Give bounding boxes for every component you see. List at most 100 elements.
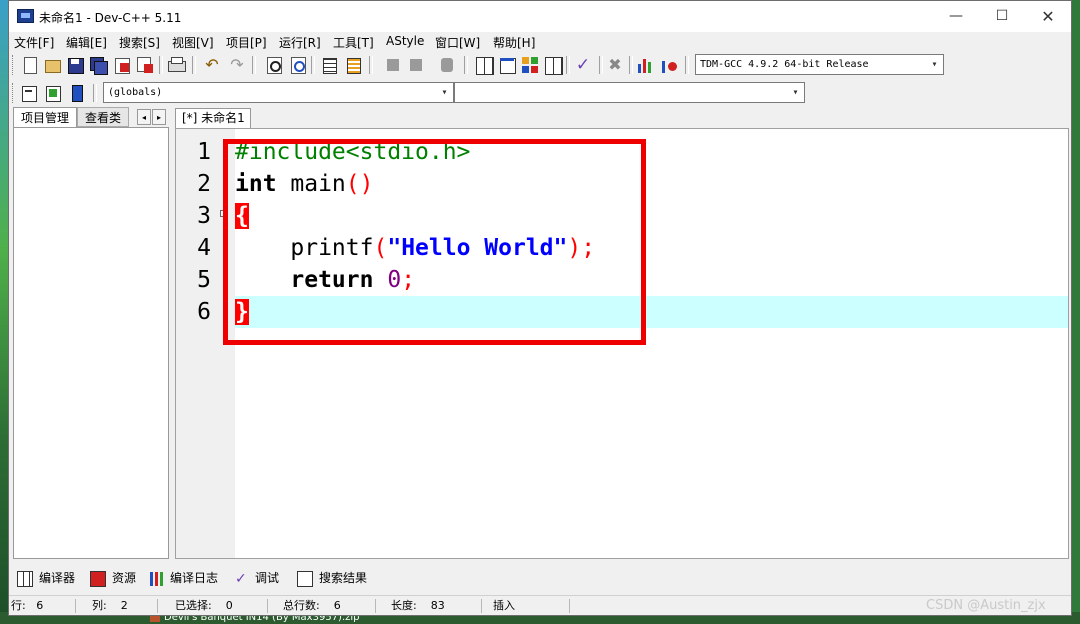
code-line[interactable]: return 0; [235,264,1068,296]
tab-project-manager[interactable]: 项目管理 [13,107,77,127]
close-button[interactable]: ✕ [1025,1,1071,32]
fold-collapse-icon[interactable] [220,210,227,217]
profile-chart-icon[interactable] [635,55,655,75]
watermark: CSDN @Austin_zjx [926,598,1046,613]
code-line[interactable]: int main() [235,168,1068,200]
editor-tab[interactable]: [*] 未命名1 [175,108,251,128]
tab-compile-log[interactable]: 编译日志 [150,567,218,589]
compiler-select[interactable]: TDM-GCC 4.9.2 64-bit Release ▾ [695,54,944,75]
code-line[interactable]: #include<stdio.h> [235,136,1068,168]
line-number: 4 [197,235,211,261]
code-area[interactable]: #include<stdio.h> int main() { printf("H… [235,129,1068,558]
line-number: 3 [197,203,211,229]
line-number-gutter: 1 2 3 4 5 6 [176,129,235,558]
line-number: 6 [197,299,211,325]
maximize-button[interactable]: ☐ [979,1,1025,32]
line-number: 5 [197,267,211,293]
project-files-icon[interactable] [543,55,563,75]
project-tree[interactable] [13,127,169,559]
open-file-icon[interactable] [42,55,62,75]
menu-bar: 文件[F] 编辑[E] 搜索[S] 视图[V] 项目[P] 运行[R] 工具[T… [9,32,1071,52]
code-token: ); [567,235,596,261]
bar-chart-icon [150,571,164,586]
class-toolbar: (globals) ▾ ▾ [9,80,809,106]
search-icon [297,570,313,587]
code-token: #include<stdio.h> [235,139,471,165]
code-token: main [276,171,346,197]
check-icon: ✓ [235,570,247,587]
menu-run[interactable]: 运行[R] [279,34,321,51]
status-total-lines: 总行数: 6 [283,599,341,612]
panel-prev-icon[interactable]: ◂ [137,109,151,125]
code-token: "Hello World" [387,235,568,261]
tab-search-results[interactable]: 搜索结果 [297,567,367,589]
menu-project[interactable]: 项目[P] [226,34,267,51]
compiler-grid-icon [17,570,33,587]
status-insert-mode: 插入 [493,599,515,612]
resources-icon [90,570,106,587]
menu-tools[interactable]: 工具[T] [333,34,374,51]
project-options-icon[interactable] [520,55,540,75]
indent-icon[interactable] [319,55,339,75]
insert-icon[interactable] [19,83,39,103]
save-all-icon[interactable] [88,55,108,75]
code-editor[interactable]: 1 2 3 4 5 6 #include<stdio.h> int main()… [175,128,1069,559]
find-icon[interactable] [264,55,284,75]
code-token: ; [401,267,416,293]
panel-next-icon[interactable]: ▸ [152,109,166,125]
goto-definition-icon[interactable] [67,83,87,103]
undo-icon[interactable]: ↶ [202,55,222,75]
chevron-down-icon[interactable]: ▾ [926,55,943,74]
code-line[interactable]: printf("Hello World"); [235,232,1068,264]
unindent-icon[interactable] [343,55,363,75]
close-file-icon[interactable] [112,55,132,75]
save-icon[interactable] [65,55,85,75]
project-panel: 项目管理 查看类 ◂ ▸ [13,107,169,559]
status-column: 列: 2 [92,599,128,612]
menu-file[interactable]: 文件[F] [14,34,54,51]
tab-class-browser[interactable]: 查看类 [77,107,129,127]
globals-select[interactable]: (globals) ▾ [103,82,454,103]
print-icon[interactable] [166,55,186,75]
line-number: 1 [197,139,211,165]
toolbar-grip[interactable] [12,55,16,75]
menu-search[interactable]: 搜索[S] [119,34,160,51]
delete-profile-icon[interactable] [659,55,679,75]
devcpp-window: 未命名1 - Dev-C++ 5.11 — ☐ ✕ 文件[F] 编辑[E] 搜索… [8,0,1072,616]
devcpp-app-icon[interactable] [17,9,34,23]
toggle-bookmark-icon[interactable] [383,55,403,75]
menu-help[interactable]: 帮助[H] [493,34,535,51]
goto-bookmark-icon[interactable] [406,55,426,75]
title-bar[interactable]: 未命名1 - Dev-C++ 5.11 — ☐ ✕ [9,1,1071,32]
close-all-icon[interactable] [135,55,155,75]
open-project-icon[interactable] [497,55,517,75]
toggle-breakpoint-icon[interactable] [43,83,63,103]
goto-line-icon[interactable] [437,55,457,75]
new-file-icon[interactable] [20,55,40,75]
status-bar: 行: 6 列: 2 已选择: 0 总行数: 6 长度: 83 插入 [9,595,1071,616]
code-token: int [235,171,277,197]
minimize-button[interactable]: — [933,1,979,32]
redo-icon[interactable]: ↷ [227,55,247,75]
tab-compiler[interactable]: 编译器 [17,567,75,589]
menu-edit[interactable]: 编辑[E] [66,34,107,51]
tab-resources[interactable]: 资源 [90,567,136,589]
menu-astyle[interactable]: AStyle [386,34,424,48]
members-select[interactable]: ▾ [454,82,805,103]
syntax-check-icon[interactable]: ✓ [573,55,593,75]
replace-icon[interactable] [288,55,308,75]
chevron-down-icon[interactable]: ▾ [787,83,804,102]
menu-view[interactable]: 视图[V] [172,34,214,51]
chevron-down-icon[interactable]: ▾ [436,83,453,102]
status-selected: 已选择: 0 [175,599,233,612]
menu-window[interactable]: 窗口[W] [435,34,480,51]
code-line[interactable]: } [235,296,1068,328]
new-project-icon[interactable] [474,55,494,75]
code-line[interactable]: { [235,200,1068,232]
tab-debug[interactable]: ✓ 调试 [235,567,279,589]
status-row: 行: 6 [11,599,44,612]
code-token: ( [373,235,388,261]
fold-guide-end [223,310,228,311]
stop-execution-icon[interactable]: ✖ [605,55,625,75]
